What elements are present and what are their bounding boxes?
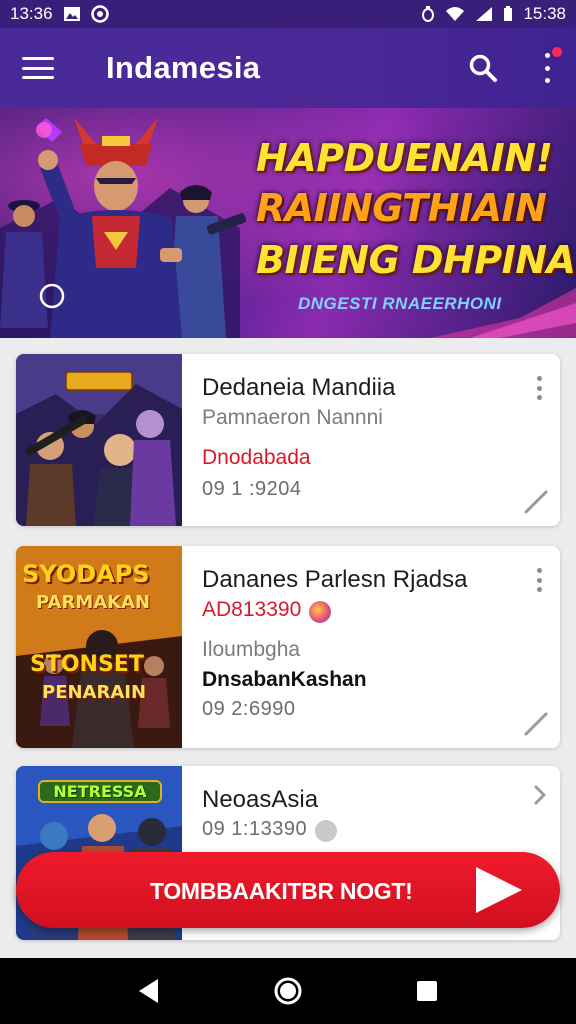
card-more-icon[interactable] [536,376,542,400]
wifi-icon [446,7,465,21]
status-time-left: 13:36 [10,4,53,23]
recents-icon[interactable] [412,976,442,1006]
card-more-icon[interactable] [536,568,542,592]
card-subtitle: Iloumbgha [202,638,301,661]
game-card[interactable]: SYODAPS PARMAKAN STONSET PENARAIN Danane… [16,546,560,748]
emoji-icon [315,819,338,842]
edit-icon[interactable] [522,488,550,516]
card-title: Dedaneia Mandiia [202,374,396,401]
card-publisher: DnsabanKashan [202,668,367,691]
signal-icon [476,7,493,21]
banner-headline-3: BIIENG DHPINA! [256,238,576,282]
app-notification-icon [90,5,109,23]
card-title: NeoasAsia [202,786,319,813]
game-thumbnail: SYODAPS PARMAKAN STONSET PENARAIN [16,546,182,748]
card-date-row: 09 1:13390 [202,818,338,842]
card-subtitle: Pamnaeron Nannni [202,406,383,429]
thumbnail-title-3: STONSET [30,652,144,677]
promo-banner[interactable]: HAPDUENAIN! RAIINGTHIAIN BIIENG DHPINA! … [0,108,576,338]
alarm-icon [422,6,435,22]
play-icon [476,867,522,913]
game-card[interactable]: Dedaneia Mandiia Pamnaeron Nannni Dnodab… [16,354,560,526]
card-date: 09 1:13390 [202,818,308,840]
cta-button[interactable]: TOMBBAAKITBR NOGT! [16,852,560,928]
search-icon[interactable] [468,53,498,83]
banner-headline-1: HAPDUENAIN! [256,136,553,180]
banner-headline-2: RAIINGTHIAIN [256,186,547,230]
game-thumbnail [16,354,182,526]
battery-icon [504,6,513,21]
card-tag: Dnodabada [202,446,311,469]
menu-icon[interactable] [22,57,54,79]
status-time-right: 15:38 [523,4,566,23]
card-price: AD813390 [202,598,302,621]
back-icon[interactable] [134,976,164,1006]
card-price-row: AD813390 [202,598,332,623]
card-date: 09 1 :9204 [202,478,302,500]
status-bar: 13:36 15:38 [0,0,576,28]
emoji-icon [309,600,332,623]
card-date: 09 2:6990 [202,698,296,720]
thumbnail-title-4: PENARAIN [42,682,147,703]
cta-label: TOMBBAAKITBR NOGT! [150,878,413,904]
card-title: Dananes Parlesn Rjadsa [202,566,468,593]
more-options-icon[interactable] [540,47,562,83]
thumbnail-title: NETRESSA [38,780,162,803]
chevron-right-icon[interactable] [532,784,548,806]
thumbnail-title-1: SYODAPS [22,560,150,588]
app-title: Indamesia [106,50,261,85]
photo-notification-icon [63,7,80,21]
thumbnail-title-2: PARMAKAN [36,592,151,613]
edit-icon[interactable] [522,710,550,738]
system-nav-bar [0,958,576,1024]
notification-dot [552,47,562,57]
home-icon[interactable] [273,976,303,1006]
app-bar: Indamesia [0,28,576,108]
banner-subtitle: DNGESTI RNAEERHONI [298,294,502,313]
